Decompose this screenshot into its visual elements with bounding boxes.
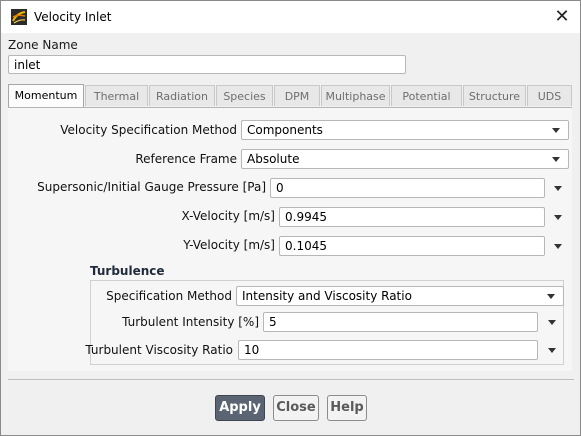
chevron-down-icon bbox=[552, 157, 560, 162]
gauge-pressure-value: 0 bbox=[276, 181, 284, 195]
reference-frame-dropdown[interactable]: Absolute bbox=[241, 149, 569, 169]
help-button[interactable]: Help bbox=[327, 395, 367, 421]
title-bar: Velocity Inlet ✕ bbox=[1, 1, 580, 33]
turbulence-spec-method-label: Specification Method bbox=[106, 289, 232, 303]
turbulence-spec-method-dropdown[interactable]: Intensity and Viscosity Ratio bbox=[236, 286, 564, 306]
velocity-method-dropdown[interactable]: Components bbox=[241, 120, 569, 140]
turbulent-viscosity-ratio-label: Turbulent Viscosity Ratio bbox=[85, 343, 233, 357]
gauge-pressure-options-button[interactable] bbox=[550, 179, 566, 197]
zone-name-label: Zone Name bbox=[8, 38, 78, 52]
tab-potential[interactable]: Potential bbox=[391, 85, 462, 106]
gauge-pressure-label: Supersonic/Initial Gauge Pressure [Pa] bbox=[37, 180, 266, 194]
y-velocity-label: Y-Velocity [m/s] bbox=[183, 238, 275, 252]
apply-button[interactable]: Apply bbox=[215, 395, 265, 421]
zone-name-input[interactable] bbox=[8, 55, 406, 74]
tab-thermal[interactable]: Thermal bbox=[85, 85, 148, 106]
turbulent-intensity-field[interactable]: 5 bbox=[263, 312, 538, 332]
turbulent-viscosity-ratio-value: 10 bbox=[244, 343, 260, 357]
turbulent-intensity-label: Turbulent Intensity [%] bbox=[122, 315, 259, 329]
close-icon[interactable]: ✕ bbox=[549, 5, 575, 29]
tab-multiphase[interactable]: Multiphase bbox=[321, 85, 390, 106]
turbulence-spec-method-value: Intensity and Viscosity Ratio bbox=[242, 289, 412, 303]
reference-frame-value: Absolute bbox=[247, 152, 300, 166]
chevron-down-icon bbox=[554, 186, 562, 191]
velocity-method-value: Components bbox=[247, 123, 323, 137]
gauge-pressure-field[interactable]: 0 bbox=[270, 178, 545, 198]
chevron-down-icon bbox=[548, 348, 556, 353]
x-velocity-field[interactable]: 0.9945 bbox=[279, 207, 545, 227]
tab-structure[interactable]: Structure bbox=[463, 85, 526, 106]
x-velocity-options-button[interactable] bbox=[550, 208, 566, 226]
turbulent-intensity-options-button[interactable] bbox=[544, 313, 560, 331]
fluent-app-icon bbox=[11, 9, 27, 25]
velocity-method-label: Velocity Specification Method bbox=[60, 123, 237, 137]
reference-frame-label: Reference Frame bbox=[135, 152, 237, 166]
turbulent-viscosity-ratio-field[interactable]: 10 bbox=[238, 340, 538, 360]
tab-species[interactable]: Species bbox=[216, 85, 273, 106]
chevron-down-icon bbox=[548, 320, 556, 325]
tab-momentum[interactable]: Momentum bbox=[8, 84, 84, 107]
velocity-inlet-dialog: Velocity Inlet ✕ Zone Name Momentum Ther… bbox=[0, 0, 581, 436]
turbulent-intensity-value: 5 bbox=[269, 315, 277, 329]
y-velocity-options-button[interactable] bbox=[550, 237, 566, 255]
turbulence-heading: Turbulence bbox=[90, 264, 165, 278]
tab-radiation[interactable]: Radiation bbox=[149, 85, 215, 106]
tab-bar: Momentum Thermal Radiation Species DPM M… bbox=[8, 84, 572, 108]
x-velocity-value: 0.9945 bbox=[285, 210, 327, 224]
x-velocity-label: X-Velocity [m/s] bbox=[181, 209, 276, 223]
chevron-down-icon bbox=[554, 215, 562, 220]
y-velocity-field[interactable]: 0.1045 bbox=[279, 236, 545, 256]
window-title: Velocity Inlet bbox=[34, 10, 112, 24]
chevron-down-icon bbox=[554, 244, 562, 249]
close-button[interactable]: Close bbox=[273, 395, 319, 421]
chevron-down-icon bbox=[552, 128, 560, 133]
y-velocity-value: 0.1045 bbox=[285, 239, 327, 253]
tab-dpm[interactable]: DPM bbox=[274, 85, 320, 106]
chevron-down-icon bbox=[547, 294, 555, 299]
tab-uds[interactable]: UDS bbox=[527, 85, 572, 106]
turbulent-viscosity-ratio-options-button[interactable] bbox=[544, 341, 560, 359]
button-separator bbox=[8, 379, 574, 380]
